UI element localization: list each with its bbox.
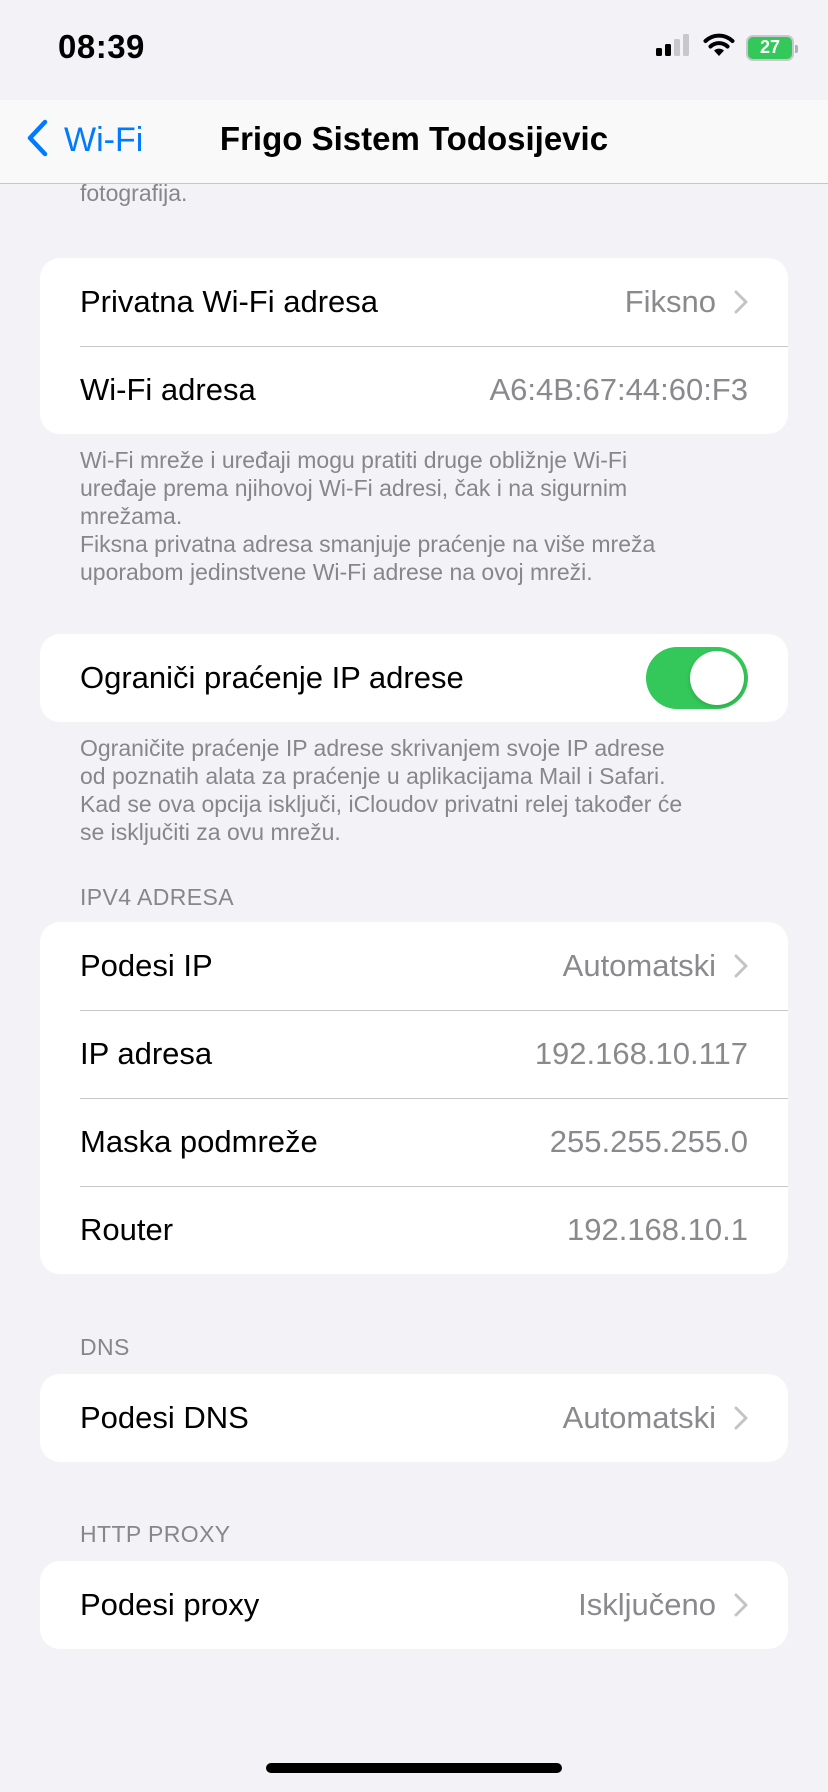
status-bar: 08:39 27 [0, 0, 828, 100]
ipv4-section-header: IPV4 ADRESA [80, 884, 234, 910]
subnet-mask-row: Maska podmreže 255.255.255.0 [40, 1098, 788, 1186]
battery-icon: 27 [746, 34, 798, 61]
navigation-bar: Wi-Fi Frigo Sistem Todosijevic [0, 100, 828, 184]
configure-ip-row[interactable]: Podesi IP Automatski [40, 922, 788, 1010]
proxy-group: Podesi proxy Isključeno [40, 1561, 788, 1649]
chevron-right-icon [734, 290, 748, 314]
proxy-section-header: HTTP PROXY [80, 1521, 231, 1547]
toggle-knob [690, 651, 744, 705]
status-time: 08:39 [58, 28, 145, 65]
status-icons: 27 [656, 32, 798, 63]
ip-tracking-footer: Ograničite praćenje IP adrese skrivanjem… [80, 734, 760, 846]
row-label: Ograniči praćenje IP adrese [80, 660, 464, 695]
previous-footer-text: fotografija. [80, 180, 188, 206]
footer-line: uporabom jedinstvene Wi-Fi adrese na ovo… [80, 559, 593, 585]
row-value: 192.168.10.1 [566, 1212, 748, 1247]
row-value: A6:4B:67:44:60:F3 [489, 372, 748, 407]
footer-line: uređaje prema njihovoj Wi-Fi adresi, čak… [80, 475, 628, 501]
dns-group: Podesi DNS Automatski [40, 1374, 788, 1462]
row-value: Automatski [562, 948, 716, 983]
row-label: Maska podmreže [80, 1124, 318, 1159]
row-label: IP adresa [80, 1036, 213, 1071]
battery-cap [795, 44, 798, 53]
ip-tracking-group: Ograniči praćenje IP adrese [40, 634, 788, 722]
ipv4-group: Podesi IP Automatski IP adresa 192.168.1… [40, 922, 788, 1274]
row-value: Isključeno [578, 1587, 716, 1622]
chevron-right-icon [734, 954, 748, 978]
footer-line: Kad se ova opcija isključi, iCloudov pri… [80, 791, 683, 817]
row-value: 255.255.255.0 [549, 1124, 748, 1159]
footer-line: Fiksna privatna adresa smanjuje praćenje… [80, 531, 656, 557]
row-value: Fiksno [624, 284, 716, 319]
row-value: 192.168.10.117 [534, 1036, 748, 1071]
wifi-icon [702, 32, 736, 63]
footer-line: Ograničite praćenje IP adrese skrivanjem… [80, 735, 665, 761]
chevron-right-icon [734, 1593, 748, 1617]
limit-ip-tracking-toggle[interactable] [646, 647, 748, 709]
footer-line: od poznatih alata za praćenje u aplikaci… [80, 763, 666, 789]
chevron-right-icon [734, 1406, 748, 1430]
configure-dns-row[interactable]: Podesi DNS Automatski [40, 1374, 788, 1462]
private-wifi-address-row[interactable]: Privatna Wi-Fi adresa Fiksno [40, 258, 788, 346]
row-label: Podesi DNS [80, 1400, 249, 1435]
page-title: Frigo Sistem Todosijevic [219, 120, 609, 157]
footer-line: se isključiti za ovu mrežu. [80, 819, 341, 845]
footer-line: Wi-Fi mreže i uređaji mogu pratiti druge… [80, 447, 628, 473]
row-label: Wi-Fi adresa [80, 372, 256, 407]
wifi-address-row: Wi-Fi adresa A6:4B:67:44:60:F3 [40, 346, 788, 434]
private-address-group: Privatna Wi-Fi adresa Fiksno Wi-Fi adres… [40, 258, 788, 434]
row-label: Podesi IP [80, 948, 213, 983]
configure-proxy-row[interactable]: Podesi proxy Isključeno [40, 1561, 788, 1649]
battery-level: 27 [759, 37, 781, 57]
limit-ip-tracking-row: Ograniči praćenje IP adrese [40, 634, 788, 722]
home-indicator[interactable] [266, 1763, 562, 1773]
signal-icon [656, 33, 692, 62]
ip-address-row: IP adresa 192.168.10.117 [40, 1010, 788, 1098]
row-label: Router [80, 1212, 174, 1247]
row-label: Podesi proxy [80, 1587, 260, 1622]
router-row: Router 192.168.10.1 [40, 1186, 788, 1274]
dns-section-header: DNS [80, 1334, 130, 1360]
row-value: Automatski [562, 1400, 716, 1435]
row-label: Privatna Wi-Fi adresa [80, 284, 379, 319]
private-address-footer: Wi-Fi mreže i uređaji mogu pratiti druge… [80, 446, 760, 586]
footer-line: mrežama. [80, 503, 183, 529]
